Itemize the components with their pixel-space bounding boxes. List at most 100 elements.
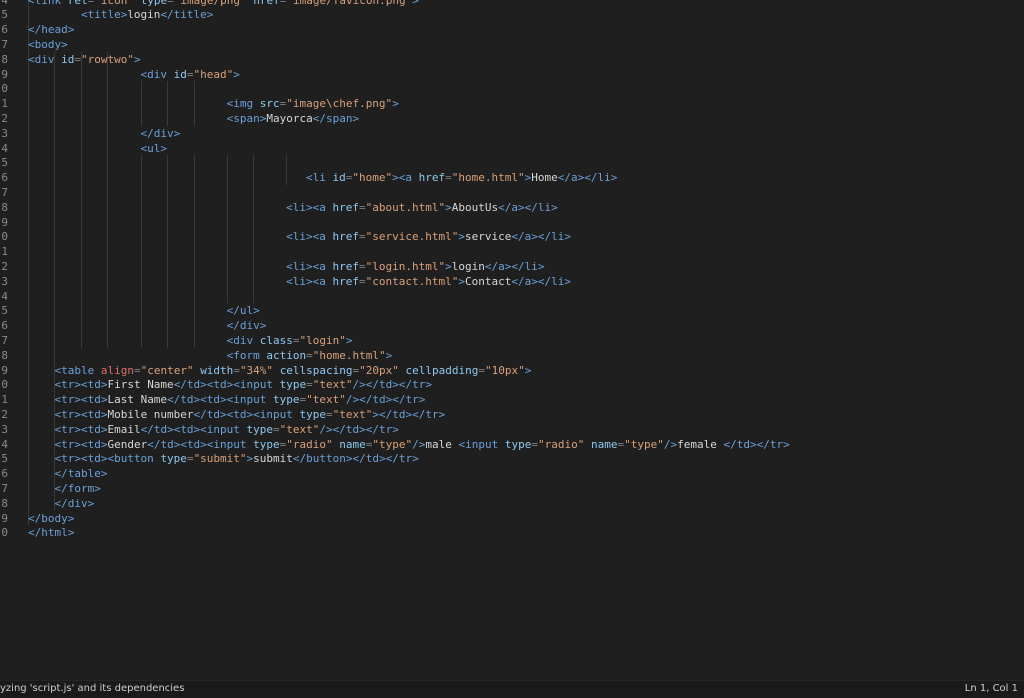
- code-line[interactable]: 7 <body>: [0, 37, 1024, 52]
- code-line[interactable]: 3 </div>: [0, 126, 1024, 141]
- code-line[interactable]: 5 <title>login</title>: [0, 7, 1024, 22]
- code-line[interactable]: 1 <tr><td>Last Name</td><td><input type="…: [0, 392, 1024, 407]
- code-token: "type": [624, 437, 664, 451]
- code-line[interactable]: 2 <tr><td>Mobile number</td><td><input ty…: [0, 407, 1024, 422]
- line-number-text: 0: [1, 230, 8, 244]
- code-text: <li><a href="login.html">login</a></li>: [286, 259, 544, 274]
- code-line[interactable]: 6 </table>: [0, 466, 1024, 481]
- code-token: type: [246, 422, 274, 436]
- code-line[interactable]: 0 </html>: [0, 525, 1024, 540]
- code-line[interactable]: 5 <tr><td><button type="submit">submit</b…: [0, 451, 1024, 466]
- code-line[interactable]: 9 <div id="head">: [0, 67, 1024, 82]
- code-line[interactable]: 6 <li id="home"><a href="home.html">Home<…: [0, 170, 1024, 185]
- code-line[interactable]: 7: [0, 185, 1024, 200]
- code-token: <tr><td>: [54, 393, 108, 407]
- code-text: </div>: [227, 318, 267, 333]
- code-token: </span>: [312, 111, 360, 125]
- code-token: action: [266, 348, 307, 362]
- code-token: =: [306, 348, 313, 362]
- code-line[interactable]: 6 </div>: [0, 318, 1024, 333]
- code-line[interactable]: 8 </div>: [0, 496, 1024, 511]
- code-line[interactable]: 4 <tr><td>Gender</td><td><input type="rad…: [0, 437, 1024, 452]
- code-token: />: [663, 437, 678, 451]
- line-number-text: 7: [1, 185, 8, 199]
- code-token: >: [445, 200, 452, 214]
- code-text: <form action="home.html">: [227, 348, 393, 363]
- code-line[interactable]: 0: [0, 81, 1024, 96]
- code-line[interactable]: 9 </body>: [0, 511, 1024, 526]
- line-number-text: 0: [1, 526, 8, 540]
- code-line[interactable]: 6 </head>: [0, 22, 1024, 37]
- code-line[interactable]: 3 <tr><td>Email</td><td><input type="text…: [0, 422, 1024, 437]
- code-token: =: [167, 0, 174, 7]
- line-number: 4: [0, 141, 8, 156]
- code-token: </head>: [28, 23, 75, 37]
- code-text: <div class="login">: [227, 333, 353, 348]
- code-token: </html>: [28, 526, 75, 540]
- code-token: </button></td></tr>: [292, 452, 419, 466]
- code-token: <li: [306, 171, 333, 185]
- line-number-text: 6: [1, 467, 8, 481]
- code-token: href: [332, 259, 360, 273]
- line-number: 6: [0, 170, 8, 185]
- code-line[interactable]: 2 <li><a href="login.html">login</a></li>: [0, 259, 1024, 274]
- code-line[interactable]: 7 </form>: [0, 481, 1024, 496]
- code-text: </div>: [141, 126, 181, 141]
- line-number-text: 8: [1, 200, 8, 214]
- code-token: "20px": [359, 363, 399, 377]
- status-bar: yzing 'script.js' and its dependencies L…: [0, 680, 1024, 698]
- line-number: 0: [0, 377, 8, 392]
- code-line[interactable]: 0 <li><a href="service.html">service</a><…: [0, 229, 1024, 244]
- code-token: Mayorca: [266, 111, 313, 125]
- code-line[interactable]: 9 <table align="center" width="34%" cells…: [0, 363, 1024, 378]
- code-line[interactable]: 8 <li><a href="about.html">AboutUs</a></l…: [0, 200, 1024, 215]
- code-token: "image/favicon.png": [286, 0, 413, 7]
- cursor-position[interactable]: Ln 1, Col 1: [965, 683, 1018, 694]
- code-line[interactable]: 3 <li><a href="contact.html">Contact</a><…: [0, 274, 1024, 289]
- line-number: 6: [0, 22, 8, 37]
- code-token: login: [127, 8, 161, 22]
- code-line[interactable]: 2 <span>Mayorca</span>: [0, 111, 1024, 126]
- code-token: href: [418, 171, 446, 185]
- code-token: <img: [226, 97, 260, 111]
- code-token: =: [359, 274, 366, 288]
- code-token: </td><td><input: [173, 378, 280, 392]
- code-token: </ul>: [226, 304, 260, 318]
- line-number-text: 5: [1, 156, 8, 170]
- code-line[interactable]: 5: [0, 155, 1024, 170]
- code-token: </td></tr>: [723, 437, 790, 451]
- code-token: /></td></tr>: [319, 422, 399, 436]
- code-token: >: [133, 52, 141, 66]
- line-number-text: 7: [1, 481, 8, 495]
- code-text: <div id="rowtwo">: [28, 52, 141, 67]
- code-line[interactable]: 9: [0, 215, 1024, 230]
- line-number: 3: [0, 422, 8, 437]
- code-text: </ul>: [227, 303, 260, 318]
- line-number: 7: [0, 481, 8, 496]
- code-line[interactable]: 1 <img src="image\chef.png">: [0, 96, 1024, 111]
- code-text: <tr><td>First Name</td><td><input type="…: [54, 377, 432, 392]
- code-token: "type": [372, 437, 413, 451]
- code-token: ></td></tr>: [372, 407, 446, 421]
- code-line[interactable]: 7 <div class="login">: [0, 333, 1024, 348]
- code-token: width: [200, 363, 234, 377]
- line-number: 1: [0, 244, 8, 259]
- code-token: "home.html": [451, 171, 525, 185]
- code-line[interactable]: 5 </ul>: [0, 303, 1024, 318]
- code-token: "home.html": [312, 348, 386, 362]
- code-token: "radio": [286, 437, 333, 451]
- code-token: rel: [67, 0, 88, 7]
- status-message: yzing 'script.js' and its dependencies: [0, 683, 185, 694]
- code-line[interactable]: 1: [0, 244, 1024, 259]
- code-line[interactable]: 4: [0, 289, 1024, 304]
- code-line[interactable]: 0 <tr><td>First Name</td><td><input type=…: [0, 377, 1024, 392]
- code-editor[interactable]: 4 <link rel="icon" type="image/png" href=…: [0, 0, 1024, 680]
- line-number-text: 9: [1, 67, 8, 81]
- code-line[interactable]: 8 <form action="home.html">: [0, 348, 1024, 363]
- code-line[interactable]: 4 <ul>: [0, 141, 1024, 156]
- line-number: 9: [0, 363, 8, 378]
- code-line[interactable]: 8 <div id="rowtwo">: [0, 52, 1024, 67]
- code-token: <li><a: [286, 200, 333, 214]
